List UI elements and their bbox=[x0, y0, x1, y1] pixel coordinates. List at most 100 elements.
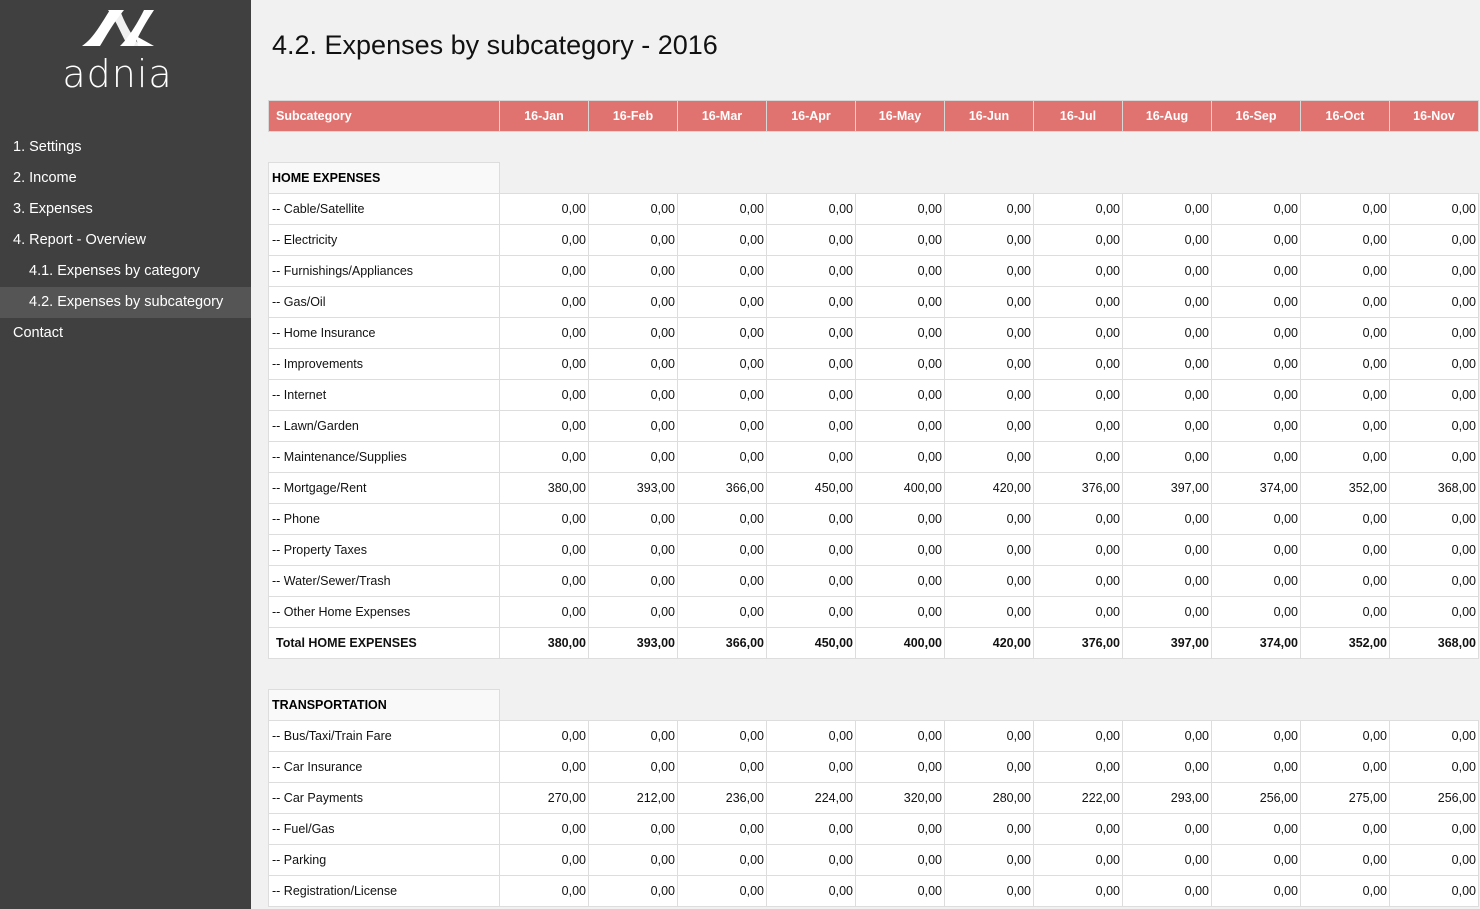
column-header-month: 16-Jul bbox=[1033, 100, 1123, 132]
table-row: -- Car Payments 270,00 212,00 236,00 224,00 3… bbox=[268, 782, 1479, 814]
cell-value: 0,00 bbox=[944, 193, 1034, 225]
cell-value: 0,00 bbox=[677, 410, 767, 442]
cell-value: 0,00 bbox=[1122, 813, 1212, 845]
cell-value: 0,00 bbox=[1033, 410, 1123, 442]
spacer bbox=[269, 659, 1479, 690]
cell-value: 0,00 bbox=[1033, 751, 1123, 783]
row-label: -- Property Taxes bbox=[268, 534, 500, 566]
cell-value: 0,00 bbox=[1389, 596, 1479, 628]
column-header-subcategory: Subcategory bbox=[268, 100, 500, 132]
cell-value: 0,00 bbox=[1122, 379, 1212, 411]
cell-value: 0,00 bbox=[588, 534, 678, 566]
sidebar-item[interactable]: 4. Report - Overview bbox=[0, 225, 251, 256]
cell-value: 0,00 bbox=[944, 410, 1034, 442]
cell-value: 320,00 bbox=[855, 782, 945, 814]
adnia-logo-icon bbox=[81, 10, 154, 46]
cell-value: 0,00 bbox=[1389, 193, 1479, 225]
cell-value: 0,00 bbox=[499, 875, 589, 907]
cell-value: 380,00 bbox=[499, 627, 589, 659]
cell-value: 0,00 bbox=[499, 224, 589, 256]
cell-value: 0,00 bbox=[855, 348, 945, 380]
logo[interactable]: adnia bbox=[0, 8, 235, 96]
cell-value: 0,00 bbox=[1389, 875, 1479, 907]
table-row: -- Registration/License 0,00 0,00 0,00 0,00 0… bbox=[268, 875, 1479, 907]
cell-value: 420,00 bbox=[944, 472, 1034, 504]
cell-value: 0,00 bbox=[1300, 751, 1390, 783]
cell-value: 420,00 bbox=[944, 627, 1034, 659]
cell-value: 352,00 bbox=[1300, 627, 1390, 659]
cell-value: 0,00 bbox=[1300, 379, 1390, 411]
row-label: -- Mortgage/Rent bbox=[268, 472, 500, 504]
cell-value: 0,00 bbox=[855, 441, 945, 473]
cell-value: 0,00 bbox=[499, 813, 589, 845]
column-header-month: 16-Feb bbox=[588, 100, 678, 132]
cell-value: 0,00 bbox=[1122, 410, 1212, 442]
column-header-month: 16-May bbox=[855, 100, 945, 132]
cell-value: 0,00 bbox=[1300, 224, 1390, 256]
cell-value: 236,00 bbox=[677, 782, 767, 814]
cell-value: 0,00 bbox=[1211, 596, 1301, 628]
cell-value: 0,00 bbox=[944, 720, 1034, 752]
column-header-month: 16-Nov bbox=[1389, 100, 1479, 132]
cell-value: 0,00 bbox=[1122, 565, 1212, 597]
cell-value: 0,00 bbox=[1033, 255, 1123, 287]
row-label: -- Parking bbox=[268, 844, 500, 876]
cell-value: 0,00 bbox=[1389, 720, 1479, 752]
row-label: -- Furnishings/Appliances bbox=[268, 255, 500, 287]
cell-value: 0,00 bbox=[588, 255, 678, 287]
cell-value: 0,00 bbox=[588, 596, 678, 628]
cell-value: 0,00 bbox=[677, 813, 767, 845]
cell-value: 0,00 bbox=[766, 441, 856, 473]
cell-value: 374,00 bbox=[1211, 472, 1301, 504]
cell-value: 0,00 bbox=[1211, 503, 1301, 535]
sidebar-item[interactable]: 1. Settings bbox=[0, 132, 251, 163]
sidebar-item[interactable]: 3. Expenses bbox=[0, 194, 251, 225]
total-row: Total HOME EXPENSES 380,00 393,00 366,00 450… bbox=[268, 627, 1479, 659]
cell-value: 0,00 bbox=[766, 534, 856, 566]
cell-value: 366,00 bbox=[677, 472, 767, 504]
cell-value: 0,00 bbox=[1033, 441, 1123, 473]
expenses-table: Subcategory 16-Jan 16-Feb 16-Mar 16-Apr 16-M… bbox=[268, 100, 1479, 907]
cell-value: 0,00 bbox=[1211, 813, 1301, 845]
row-label: -- Improvements bbox=[268, 348, 500, 380]
cell-value: 0,00 bbox=[944, 255, 1034, 287]
cell-value: 0,00 bbox=[1300, 844, 1390, 876]
cell-value: 0,00 bbox=[855, 813, 945, 845]
cell-value: 0,00 bbox=[1122, 317, 1212, 349]
cell-value: 368,00 bbox=[1389, 472, 1479, 504]
cell-value: 0,00 bbox=[588, 751, 678, 783]
cell-value: 0,00 bbox=[1033, 379, 1123, 411]
row-label: -- Electricity bbox=[268, 224, 500, 256]
sidebar-item[interactable]: 2. Income bbox=[0, 163, 251, 194]
table-row: -- Gas/Oil 0,00 0,00 0,00 0,00 0,00 0,00 0,00 0,… bbox=[268, 286, 1479, 318]
row-label: -- Fuel/Gas bbox=[268, 813, 500, 845]
cell-value: 0,00 bbox=[677, 751, 767, 783]
cell-value: 0,00 bbox=[1122, 844, 1212, 876]
cell-value: 0,00 bbox=[588, 224, 678, 256]
cell-value: 0,00 bbox=[588, 348, 678, 380]
cell-value: 0,00 bbox=[855, 410, 945, 442]
cell-value: 0,00 bbox=[766, 410, 856, 442]
row-label: -- Cable/Satellite bbox=[268, 193, 500, 225]
column-header-month: 16-Apr bbox=[766, 100, 856, 132]
table-row: -- Bus/Taxi/Train Fare 0,00 0,00 0,00 0,00 0,… bbox=[268, 720, 1479, 752]
cell-value: 212,00 bbox=[588, 782, 678, 814]
cell-value: 0,00 bbox=[677, 844, 767, 876]
cell-value: 0,00 bbox=[1389, 534, 1479, 566]
sidebar-item[interactable]: 4.1. Expenses by category bbox=[0, 256, 251, 287]
cell-value: 0,00 bbox=[1033, 286, 1123, 318]
cell-value: 0,00 bbox=[766, 844, 856, 876]
sidebar-item[interactable]: 4.2. Expenses by subcategory bbox=[0, 287, 251, 318]
cell-value: 0,00 bbox=[1389, 503, 1479, 535]
cell-value: 0,00 bbox=[1389, 348, 1479, 380]
row-label: -- Car Payments bbox=[268, 782, 500, 814]
cell-value: 0,00 bbox=[944, 875, 1034, 907]
cell-value: 0,00 bbox=[677, 720, 767, 752]
cell-value: 0,00 bbox=[677, 255, 767, 287]
cell-value: 0,00 bbox=[499, 379, 589, 411]
cell-value: 0,00 bbox=[855, 286, 945, 318]
sidebar-item[interactable]: Contact bbox=[0, 318, 251, 349]
table-row: -- Home Insurance 0,00 0,00 0,00 0,00 0,00 0,0… bbox=[268, 317, 1479, 349]
cell-value: 0,00 bbox=[1033, 224, 1123, 256]
cell-value: 0,00 bbox=[1211, 534, 1301, 566]
